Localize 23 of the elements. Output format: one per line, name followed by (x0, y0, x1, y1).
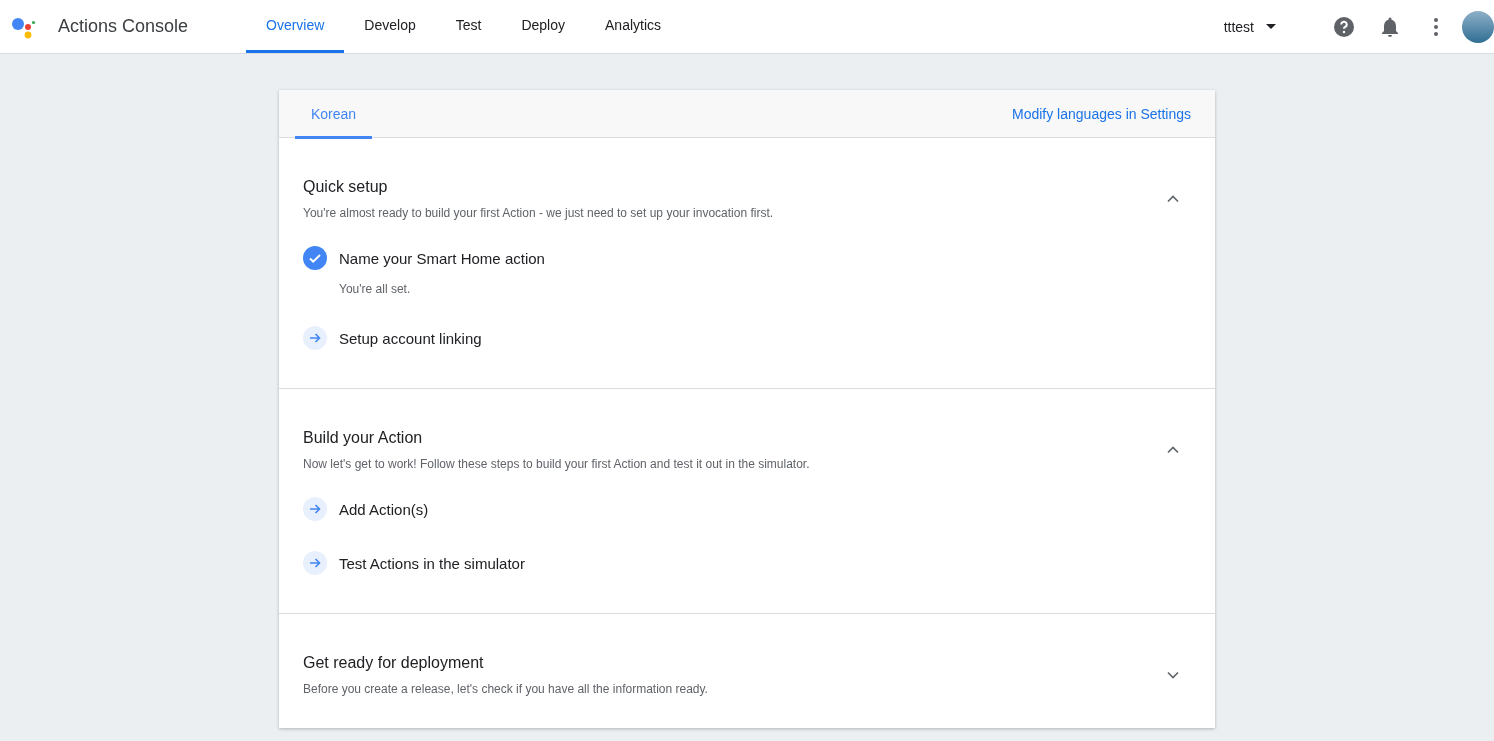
step-link[interactable]: Setup account linking (339, 329, 482, 347)
nav-tab[interactable]: Overview (246, 0, 345, 53)
app-title: Actions Console (58, 16, 190, 37)
section-description: Now let's get to work! Follow these steps to build your first Action and test it out in the simulator. (303, 457, 811, 471)
step-link[interactable]: Test Actions in the simulator (339, 554, 525, 572)
check-circle-icon (303, 246, 327, 270)
section-description: You're almost ready to build your first Action - we just need to set up your invocation first. (303, 206, 775, 220)
step-link[interactable]: Name your Smart Home action (339, 249, 545, 267)
caret-icon (1266, 24, 1276, 29)
settings-link[interactable]: Modify languages in Settings (1012, 105, 1191, 122)
section-title: Quick setup (303, 178, 389, 196)
step-note: You're all set. (339, 282, 412, 296)
section-title: Get ready for deployment (303, 654, 485, 672)
nav-tab[interactable]: Test (435, 0, 502, 53)
nav-tab[interactable]: Deploy (501, 0, 585, 53)
nav-tab[interactable]: Develop (344, 0, 436, 53)
nav-tab[interactable]: Analytics (585, 0, 682, 53)
step-link[interactable]: Add Action(s) (339, 500, 429, 518)
avatar[interactable] (1462, 10, 1494, 43)
help-icon[interactable] (1332, 14, 1356, 39)
section-title: Build your Action (303, 429, 424, 447)
project-dropdown[interactable]: tttest (1217, 17, 1282, 36)
section-description: Before you create a release, let's check if you have all the information ready. (303, 682, 709, 696)
